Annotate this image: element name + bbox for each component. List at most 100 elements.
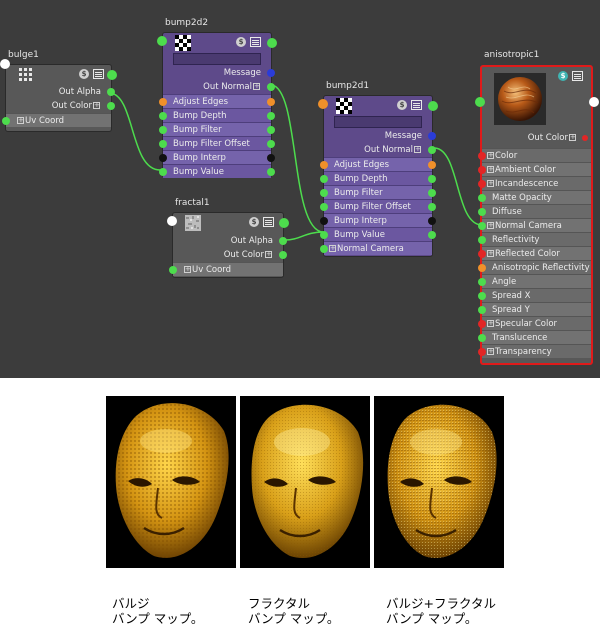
input-port[interactable]	[320, 245, 328, 253]
attr-bump-value[interactable]: Bump Value	[320, 227, 436, 241]
expand-plus-icon[interactable]: +	[253, 83, 260, 90]
shading-swatch-icon[interactable]: $	[79, 69, 89, 79]
attr-out-normal[interactable]: Out Normal +	[163, 80, 275, 94]
shading-swatch-icon[interactable]: $	[249, 217, 259, 227]
attr-bump-filter-offset[interactable]: Bump Filter Offset	[320, 199, 436, 213]
expand-plus-icon[interactable]: +	[414, 146, 421, 153]
attr-bump-interp[interactable]: Bump Interp	[320, 213, 436, 227]
input-port[interactable]	[478, 208, 486, 216]
input-port[interactable]	[478, 250, 486, 258]
input-port[interactable]	[2, 117, 10, 125]
input-port[interactable]	[478, 166, 486, 174]
input-port[interactable]	[478, 264, 486, 272]
output-port[interactable]	[428, 203, 436, 211]
node-bump2d2[interactable]: bump2d2 $ Message Out Normal + Adjust Edg…	[157, 18, 277, 178]
output-port[interactable]	[267, 69, 275, 77]
input-port[interactable]	[320, 175, 328, 183]
attr-matte-opacity[interactable]: Matte Opacity	[478, 190, 591, 204]
attr-message[interactable]: Message	[163, 66, 275, 80]
attr-message[interactable]: Message	[324, 129, 436, 143]
node-bump2d1[interactable]: bump2d1 $ Message Out Normal + Adjust Edg…	[318, 81, 438, 257]
input-port[interactable]	[159, 168, 167, 176]
input-port[interactable]	[478, 180, 486, 188]
expand-plus-icon[interactable]: +	[487, 348, 494, 355]
attr-out-color[interactable]: Out Color +	[173, 248, 287, 262]
attr-angle[interactable]: Angle	[478, 274, 591, 288]
attr-out-alpha[interactable]: Out Alpha	[6, 85, 115, 99]
output-port[interactable]	[267, 83, 275, 91]
expand-plus-icon[interactable]: +	[184, 266, 191, 273]
attr-bump-depth[interactable]: Bump Depth	[320, 171, 436, 185]
node-fractal1[interactable]: fractal1 $ Out Alpha Out Color + +Uv Coor…	[167, 198, 289, 278]
attr-color[interactable]: +Color	[478, 148, 591, 162]
input-port[interactable]	[478, 348, 486, 356]
expand-plus-icon[interactable]: +	[569, 134, 576, 141]
input-port[interactable]	[159, 154, 167, 162]
input-port[interactable]	[159, 98, 167, 106]
output-port[interactable]	[582, 135, 588, 141]
input-port[interactable]	[320, 161, 328, 169]
attr-uv-coord[interactable]: +Uv Coord	[169, 262, 283, 276]
attr-spread-y[interactable]: Spread Y	[478, 302, 591, 316]
output-port[interactable]	[428, 146, 436, 154]
node-output-port[interactable]	[589, 97, 599, 107]
attr-spread-x[interactable]: Spread X	[478, 288, 591, 302]
input-port[interactable]	[320, 231, 328, 239]
expand-plus-icon[interactable]: +	[329, 245, 336, 252]
output-port[interactable]	[428, 132, 436, 140]
attr-bump-depth[interactable]: Bump Depth	[159, 108, 275, 122]
input-port[interactable]	[478, 194, 486, 202]
output-port[interactable]	[267, 126, 275, 134]
input-port[interactable]	[320, 189, 328, 197]
input-port[interactable]	[478, 334, 486, 342]
input-port[interactable]	[159, 112, 167, 120]
output-port[interactable]	[279, 237, 287, 245]
attribute-menu-icon[interactable]	[93, 69, 104, 79]
output-port[interactable]	[267, 168, 275, 176]
output-port[interactable]	[107, 88, 115, 96]
attr-adjust-edges[interactable]: Adjust Edges	[159, 94, 275, 108]
expand-plus-icon[interactable]: +	[17, 117, 24, 124]
output-port[interactable]	[428, 217, 436, 225]
input-port[interactable]	[478, 292, 486, 300]
output-port[interactable]	[428, 231, 436, 239]
attr-reflectivity[interactable]: Reflectivity	[478, 232, 591, 246]
attr-out-alpha[interactable]: Out Alpha	[173, 234, 287, 248]
attr-bump-filter-offset[interactable]: Bump Filter Offset	[159, 136, 275, 150]
shading-swatch-icon[interactable]: $	[558, 71, 568, 81]
attr-bump-value[interactable]: Bump Value	[159, 164, 275, 178]
attribute-menu-icon[interactable]	[411, 100, 422, 110]
input-port[interactable]	[320, 217, 328, 225]
expand-plus-icon[interactable]: +	[487, 180, 494, 187]
input-port[interactable]	[169, 266, 177, 274]
attr-transparency[interactable]: +Transparency	[478, 344, 591, 358]
expand-plus-icon[interactable]: +	[265, 251, 272, 258]
input-port[interactable]	[159, 140, 167, 148]
output-port[interactable]	[267, 98, 275, 106]
attr-out-color[interactable]: Out Color +	[482, 131, 591, 145]
attr-out-normal[interactable]: Out Normal +	[324, 143, 436, 157]
attr-incandescence[interactable]: +Incandescence	[478, 176, 591, 190]
attribute-menu-icon[interactable]	[572, 71, 583, 81]
output-port[interactable]	[428, 189, 436, 197]
expand-plus-icon[interactable]: +	[487, 222, 494, 229]
shading-swatch-icon[interactable]: $	[397, 100, 407, 110]
expand-plus-icon[interactable]: +	[487, 152, 494, 159]
node-output-port[interactable]	[107, 70, 117, 80]
attr-uv-coord[interactable]: +Uv Coord	[2, 113, 111, 127]
node-bulge1[interactable]: bulge1 $ Out Alpha Out Color + +Uv Coord	[0, 50, 117, 132]
attr-anisotropic-reflectivity[interactable]: Anisotropic Reflectivity	[478, 260, 591, 274]
node-output-port[interactable]	[267, 38, 277, 48]
input-port[interactable]	[478, 278, 486, 286]
expand-plus-icon[interactable]: +	[487, 320, 494, 327]
shading-swatch-icon[interactable]: $	[236, 37, 246, 47]
input-port[interactable]	[159, 126, 167, 134]
input-port[interactable]	[478, 236, 486, 244]
attr-bump-filter[interactable]: Bump Filter	[159, 122, 275, 136]
node-name-field[interactable]	[173, 53, 261, 65]
node-name-field[interactable]	[334, 116, 422, 128]
attr-translucence[interactable]: Translucence	[478, 330, 591, 344]
input-port[interactable]	[478, 222, 486, 230]
expand-plus-icon[interactable]: +	[487, 166, 494, 173]
node-output-port[interactable]	[279, 218, 289, 228]
